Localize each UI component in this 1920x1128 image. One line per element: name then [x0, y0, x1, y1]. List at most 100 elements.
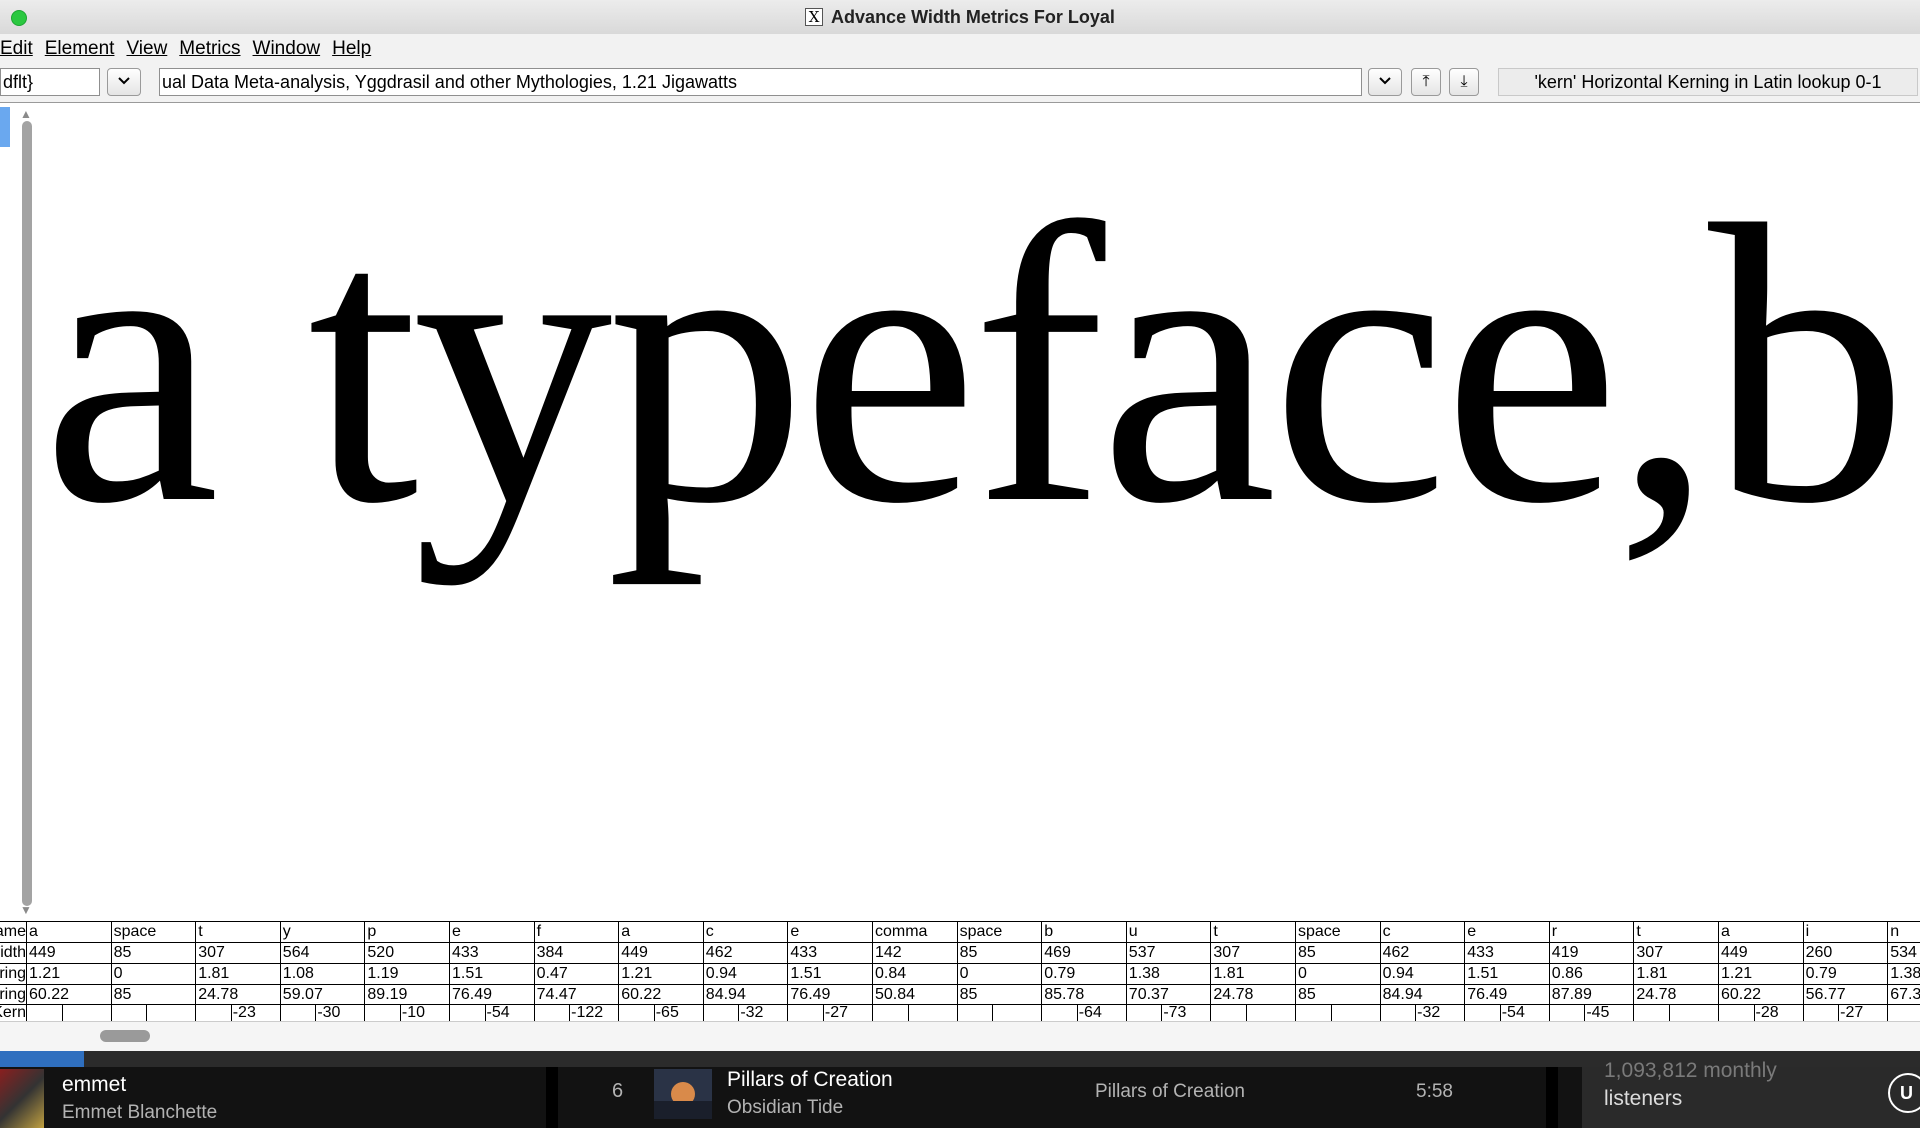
glyph-name-cell[interactable]: c: [702, 922, 787, 943]
glyph-lbearing-cell[interactable]: 0.47: [533, 964, 618, 985]
glyph-name-cell[interactable]: space: [1295, 922, 1379, 943]
glyph-name-cell[interactable]: c: [1379, 922, 1464, 943]
glyph-rbearing-cell[interactable]: 24.78: [1210, 985, 1294, 1006]
glyph-name-cell[interactable]: e: [1464, 922, 1548, 943]
kern-value[interactable]: -45: [1586, 1005, 1609, 1021]
glyph-lbearing-cell[interactable]: 0: [110, 964, 195, 985]
menu-window[interactable]: Window: [253, 38, 333, 60]
glyph-lbearing-cell[interactable]: 1.81: [195, 964, 279, 985]
glyph-name-cell[interactable]: a: [1718, 922, 1802, 943]
glyph-lbearing-cell[interactable]: 1.81: [1633, 964, 1717, 985]
scroll-down-icon[interactable]: ▼: [20, 903, 32, 917]
glyph-lbearing-cell[interactable]: 0.94: [1379, 964, 1464, 985]
glyph-rbearing-cell[interactable]: 24.78: [1633, 985, 1717, 1006]
script-dropdown-button[interactable]: [107, 68, 141, 96]
glyph-name-cell[interactable]: p: [364, 922, 448, 943]
glyph-width-cell[interactable]: 307: [1210, 943, 1294, 964]
glyph-lbearing-cell[interactable]: 0.86: [1548, 964, 1633, 985]
glyph-name-cell[interactable]: y: [279, 922, 364, 943]
glyph-lbearing-cell[interactable]: 1.51: [449, 964, 533, 985]
glyph-name-cell[interactable]: u: [1125, 922, 1210, 943]
sample-text-input[interactable]: ual Data Meta-analysis, Yggdrasil and ot…: [159, 68, 1362, 96]
glyph-width-cell[interactable]: 449: [618, 943, 702, 964]
kern-value[interactable]: -27: [1840, 1005, 1863, 1021]
glyph-width-cell[interactable]: 433: [1464, 943, 1548, 964]
glyph-lbearing-cell[interactable]: 0: [956, 964, 1041, 985]
glyph-lbearing-cell[interactable]: 1.51: [787, 964, 871, 985]
glyph-name-cell[interactable]: i: [1802, 922, 1887, 943]
glyph-name-cell[interactable]: t: [1210, 922, 1294, 943]
glyph-name-cell[interactable]: r: [1548, 922, 1633, 943]
glyph-lbearing-cell[interactable]: 1.21: [618, 964, 702, 985]
glyph-rbearing-cell[interactable]: 85: [1295, 985, 1379, 1006]
lookup-selector[interactable]: 'kern' Horizontal Kerning in Latin looku…: [1498, 68, 1918, 96]
script-lang-field[interactable]: dflt}: [0, 68, 100, 96]
glyph-name-cell[interactable]: comma: [872, 922, 956, 943]
kern-value[interactable]: -23: [233, 1005, 256, 1021]
glyph-width-cell[interactable]: 520: [364, 943, 448, 964]
glyph-lbearing-cell[interactable]: 1.21: [1718, 964, 1802, 985]
next-line-button[interactable]: ⤓: [1449, 68, 1479, 96]
kern-value[interactable]: -28: [1756, 1005, 1779, 1021]
glyph-rbearing-cell[interactable]: 76.49: [1464, 985, 1548, 1006]
glyph-width-cell[interactable]: 534: [1887, 943, 1920, 964]
scroll-up-icon[interactable]: ▲: [20, 107, 32, 121]
glyph-rbearing-cell[interactable]: 67.3: [1887, 985, 1920, 1006]
glyph-width-cell[interactable]: 462: [1379, 943, 1464, 964]
glyph-rbearing-cell[interactable]: 76.49: [449, 985, 533, 1006]
menu-help[interactable]: Help: [332, 38, 383, 60]
glyph-lbearing-cell[interactable]: 0.79: [1802, 964, 1887, 985]
kern-value[interactable]: -54: [1502, 1005, 1525, 1021]
glyph-rbearing-cell[interactable]: 85.78: [1041, 985, 1125, 1006]
glyph-name-cell[interactable]: b: [1041, 922, 1125, 943]
glyph-rbearing-cell[interactable]: 84.94: [702, 985, 787, 1006]
glyph-rbearing-cell[interactable]: 87.89: [1548, 985, 1633, 1006]
kern-value[interactable]: -10: [402, 1005, 425, 1021]
kern-value[interactable]: -54: [487, 1005, 510, 1021]
glyph-lbearing-cell[interactable]: 1.38: [1125, 964, 1210, 985]
vertical-scroll-thumb[interactable]: [22, 121, 32, 906]
glyph-width-cell[interactable]: 433: [787, 943, 871, 964]
glyph-width-cell[interactable]: 449: [26, 943, 110, 964]
glyph-name-cell[interactable]: e: [787, 922, 871, 943]
kern-value[interactable]: -27: [825, 1005, 848, 1021]
glyph-rbearing-cell[interactable]: 56.77: [1802, 985, 1887, 1006]
menu-metrics[interactable]: Metrics: [179, 38, 252, 60]
song-artist[interactable]: Obsidian Tide: [727, 1097, 843, 1119]
previous-line-button[interactable]: ⤒: [1411, 68, 1441, 96]
glyph-name-cell[interactable]: space: [110, 922, 195, 943]
glyph-rbearing-cell[interactable]: 70.37: [1125, 985, 1210, 1006]
glyph-width-cell[interactable]: 462: [702, 943, 787, 964]
horizontal-scroll-thumb[interactable]: [100, 1030, 150, 1042]
glyph-rbearing-cell[interactable]: 60.22: [26, 985, 110, 1006]
user-name[interactable]: emmet: [62, 1073, 126, 1097]
glyph-lbearing-cell[interactable]: 0.94: [702, 964, 787, 985]
menu-view[interactable]: View: [126, 38, 179, 60]
glyph-name-cell[interactable]: e: [449, 922, 533, 943]
album-name[interactable]: Pillars of Creation: [1095, 1081, 1245, 1103]
glyph-name-cell[interactable]: f: [533, 922, 618, 943]
glyph-lbearing-cell[interactable]: 0: [1295, 964, 1379, 985]
glyph-width-cell[interactable]: 564: [279, 943, 364, 964]
text-dropdown-button[interactable]: [1368, 68, 1402, 96]
glyph-lbearing-cell[interactable]: 0.84: [872, 964, 956, 985]
glyph-lbearing-cell[interactable]: 0.79: [1041, 964, 1125, 985]
horizontal-scrollbar[interactable]: [0, 1021, 1920, 1052]
kern-value[interactable]: -65: [656, 1005, 679, 1021]
glyph-name-cell[interactable]: a: [26, 922, 110, 943]
glyph-width-cell[interactable]: 85: [956, 943, 1041, 964]
glyph-width-cell[interactable]: 85: [110, 943, 195, 964]
glyph-lbearing-cell[interactable]: 1.19: [364, 964, 448, 985]
glyph-name-cell[interactable]: n: [1887, 922, 1920, 943]
glyph-rbearing-cell[interactable]: 60.22: [1718, 985, 1802, 1006]
glyph-rbearing-cell[interactable]: 85: [956, 985, 1041, 1006]
glyph-width-cell[interactable]: 307: [195, 943, 279, 964]
glyph-lbearing-cell[interactable]: 1.81: [1210, 964, 1294, 985]
glyph-width-cell[interactable]: 384: [533, 943, 618, 964]
glyph-width-cell[interactable]: 85: [1295, 943, 1379, 964]
glyph-name-cell[interactable]: space: [956, 922, 1041, 943]
glyph-width-cell[interactable]: 537: [1125, 943, 1210, 964]
glyph-rbearing-cell[interactable]: 60.22: [618, 985, 702, 1006]
kern-value[interactable]: -32: [740, 1005, 763, 1021]
side-action-button[interactable]: U: [1888, 1073, 1920, 1113]
